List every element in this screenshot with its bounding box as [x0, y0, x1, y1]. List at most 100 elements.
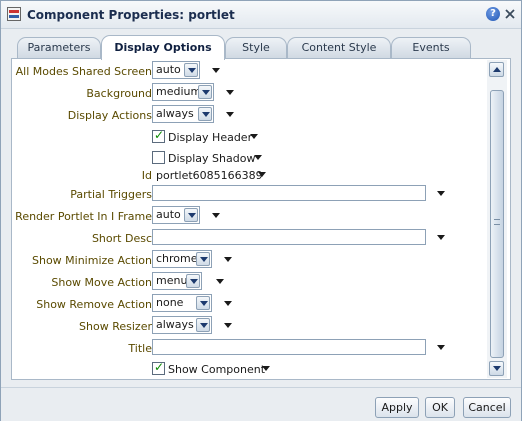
control-cell: none: [152, 294, 232, 314]
control-cell: always: [152, 105, 234, 125]
row-show-remove: Show Remove Action none: [12, 294, 490, 314]
control-cell: always: [152, 316, 232, 336]
chevron-down-icon[interactable]: [224, 323, 232, 329]
title-input[interactable]: [152, 339, 426, 355]
dropdown-arrow-icon[interactable]: [196, 318, 210, 332]
chevron-down-icon[interactable]: [437, 345, 445, 351]
control-cell: medium: [152, 83, 234, 103]
chevron-down-icon[interactable]: [254, 155, 262, 161]
chevron-down-icon[interactable]: [437, 191, 445, 197]
dropdown-arrow-icon[interactable]: [196, 252, 210, 266]
field-label: Show Minimize Action: [31, 254, 152, 267]
select-value: auto: [156, 208, 181, 221]
row-show-move: Show Move Action menu: [12, 272, 490, 292]
chevron-down-icon[interactable]: [224, 257, 232, 263]
row-display-header: Display Header: [12, 127, 490, 147]
component-icon: [7, 7, 21, 21]
close-icon[interactable]: [504, 8, 516, 20]
tab-content-style[interactable]: Content Style: [287, 37, 391, 59]
tab-style[interactable]: Style: [225, 37, 287, 59]
render-iframe-select[interactable]: auto: [152, 206, 200, 224]
checkbox-label: Display Shadow: [168, 152, 256, 165]
chevron-down-icon[interactable]: [224, 301, 232, 307]
tab-bar: Parameters Display Options Style Content…: [11, 35, 511, 60]
help-icon[interactable]: ?: [486, 7, 500, 21]
select-value: medium: [156, 85, 202, 98]
field-label: Render Portlet In I Frame: [15, 210, 152, 223]
row-show-minimize: Show Minimize Action chrome: [12, 250, 490, 270]
component-properties-dialog: Component Properties: portlet ? Paramete…: [0, 0, 522, 421]
chevron-down-icon[interactable]: [262, 366, 270, 372]
display-actions-select[interactable]: always: [152, 105, 214, 123]
row-display-actions: Display Actions always: [12, 105, 490, 125]
row-show-resizer: Show Resizer always: [12, 316, 490, 336]
field-label: Show Remove Action: [36, 298, 152, 311]
control-cell: auto: [152, 61, 220, 81]
show-remove-select[interactable]: none: [152, 294, 212, 312]
chevron-down-icon[interactable]: [226, 90, 234, 96]
scrollbar-thumb[interactable]: [490, 90, 504, 358]
field-label: All Modes Shared Screen: [15, 65, 152, 78]
field-label: Short Desc: [91, 232, 152, 245]
select-value: auto: [156, 63, 181, 76]
tab-parameters[interactable]: Parameters: [17, 37, 101, 59]
row-show-component: Show Component: [12, 359, 490, 379]
chevron-down-icon[interactable]: [250, 134, 258, 140]
tab-events[interactable]: Events: [391, 37, 471, 59]
dropdown-arrow-icon[interactable]: [184, 63, 198, 77]
dropdown-arrow-icon[interactable]: [184, 208, 198, 222]
field-label: Show Resizer: [79, 320, 152, 333]
partial-triggers-input[interactable]: [152, 185, 426, 201]
apply-button[interactable]: Apply: [375, 397, 419, 418]
show-component-checkbox[interactable]: [152, 360, 165, 375]
dropdown-arrow-icon[interactable]: [186, 274, 200, 288]
short-desc-input[interactable]: [152, 229, 426, 245]
row-all-modes: All Modes Shared Screen auto: [12, 61, 490, 81]
tab-display-options[interactable]: Display Options: [101, 35, 225, 60]
select-value: menu: [156, 274, 188, 287]
checkbox-label: Show Component: [168, 363, 266, 376]
row-partial-triggers: Partial Triggers: [12, 184, 490, 204]
cancel-button[interactable]: Cancel: [463, 397, 511, 418]
scroll-down-icon[interactable]: [489, 361, 504, 376]
select-value: none: [156, 296, 184, 309]
dialog-footer: Apply OK Cancel: [1, 387, 521, 421]
field-label: Display Actions: [67, 109, 152, 122]
select-value: always: [156, 318, 194, 331]
field-label: Id: [141, 169, 152, 182]
checkbox-label: Display Header: [168, 131, 253, 144]
dialog-title: Component Properties: portlet: [27, 8, 235, 22]
row-title: Title: [12, 338, 490, 358]
row-id: Id portlet6085166389: [12, 165, 490, 185]
row-short-desc: Short Desc: [12, 228, 490, 248]
show-resizer-select[interactable]: always: [152, 316, 212, 334]
display-header-checkbox[interactable]: [152, 128, 165, 143]
scroll-up-icon[interactable]: [489, 62, 504, 77]
row-render-iframe: Render Portlet In I Frame auto: [12, 206, 490, 226]
chevron-down-icon[interactable]: [212, 68, 220, 74]
show-minimize-select[interactable]: chrome: [152, 250, 212, 268]
chevron-down-icon[interactable]: [212, 213, 220, 219]
chevron-down-icon[interactable]: [216, 279, 224, 285]
title-bar: Component Properties: portlet ?: [1, 1, 521, 29]
id-value: portlet6085166389: [156, 169, 263, 182]
dropdown-arrow-icon[interactable]: [198, 107, 212, 121]
display-options-panel: All Modes Shared Screen auto Background …: [11, 58, 511, 380]
dropdown-arrow-icon[interactable]: [196, 296, 210, 310]
field-label: Title: [128, 342, 152, 355]
ok-button[interactable]: OK: [425, 397, 455, 418]
all-modes-select[interactable]: auto: [152, 61, 200, 79]
dropdown-arrow-icon[interactable]: [198, 85, 212, 99]
chevron-down-icon[interactable]: [258, 172, 266, 178]
control-cell: chrome: [152, 250, 232, 270]
chevron-down-icon[interactable]: [437, 235, 445, 241]
field-label: Show Move Action: [51, 276, 152, 289]
show-move-select[interactable]: menu: [152, 272, 202, 290]
row-background: Background medium: [12, 83, 490, 103]
display-shadow-checkbox[interactable]: [152, 151, 165, 164]
vertical-scrollbar[interactable]: [487, 60, 507, 378]
chevron-down-icon[interactable]: [226, 112, 234, 118]
field-label: Partial Triggers: [70, 188, 152, 201]
control-cell: auto: [152, 206, 220, 226]
background-select[interactable]: medium: [152, 83, 214, 101]
